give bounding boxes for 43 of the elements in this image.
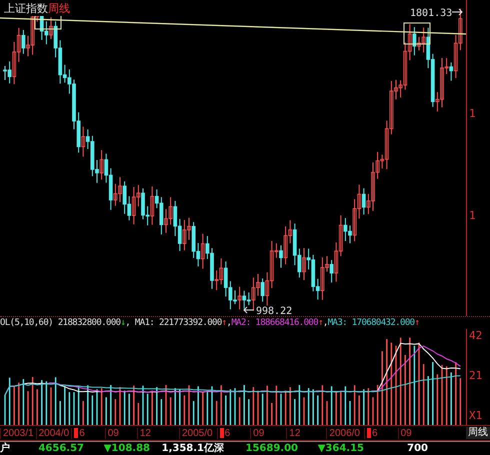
indicator-text: OL(5,10,60) 218832800.000 <box>0 318 120 328</box>
status-value: 1,358.1亿 <box>160 442 214 454</box>
indicator-text: ↑ <box>414 318 420 328</box>
date-label: 09 <box>253 428 264 438</box>
date-label: 2006/0 <box>329 428 360 438</box>
index-name: 上证指数 <box>4 1 48 16</box>
volume-axis-label: 42 <box>469 329 482 342</box>
status-value: 深 <box>214 442 225 454</box>
status-value: 4656.57 <box>37 442 84 454</box>
date-label: 12 <box>140 428 151 438</box>
indicator-text: MA2: 188668416.000 <box>231 318 318 328</box>
price-axis-label: 1 <box>469 107 476 120</box>
high-price-label: 1801.33 <box>410 8 452 19</box>
status-value: ▼364.15 <box>316 442 364 454</box>
indicator-text: , <box>322 318 328 328</box>
status-value: 15689.00 <box>244 442 298 454</box>
arrow-icon <box>452 8 463 16</box>
indicator-text: ↑ <box>318 318 323 328</box>
low-price-label: 998.22 <box>256 306 292 316</box>
period-tab[interactable]: 周线 <box>466 427 490 439</box>
indicator-text: MA3: 170680432.000 <box>328 318 414 328</box>
date-label: 6 <box>79 428 85 438</box>
arrow-icon <box>243 306 254 314</box>
status-value: 700 <box>406 442 428 454</box>
date-label: 12 <box>289 428 300 438</box>
date-label: 2005/0 <box>182 428 213 438</box>
date-label: 09 <box>400 428 412 438</box>
period-label: 周线 <box>48 1 70 16</box>
indicator-text: , <box>226 318 232 328</box>
status-value: 户 <box>0 442 11 454</box>
indicator-text: ↓ <box>120 318 126 328</box>
highlight-rect <box>404 22 430 44</box>
date-label: 09 <box>108 428 119 438</box>
date-label: 2004/0 <box>38 428 70 438</box>
date-label: 6 <box>372 428 378 438</box>
date-label: 6 <box>224 428 230 438</box>
price-axis-label: 1 <box>469 209 476 222</box>
status-value: ▼108.88 <box>102 442 150 454</box>
volume-axis-label: X1 <box>469 409 482 422</box>
indicator-text: , MA1: 221773392.000 <box>125 318 222 328</box>
indicator-text: ↑ <box>222 318 226 328</box>
date-label: 2003/1 <box>3 428 34 438</box>
volume-axis-label: 21 <box>469 369 482 382</box>
